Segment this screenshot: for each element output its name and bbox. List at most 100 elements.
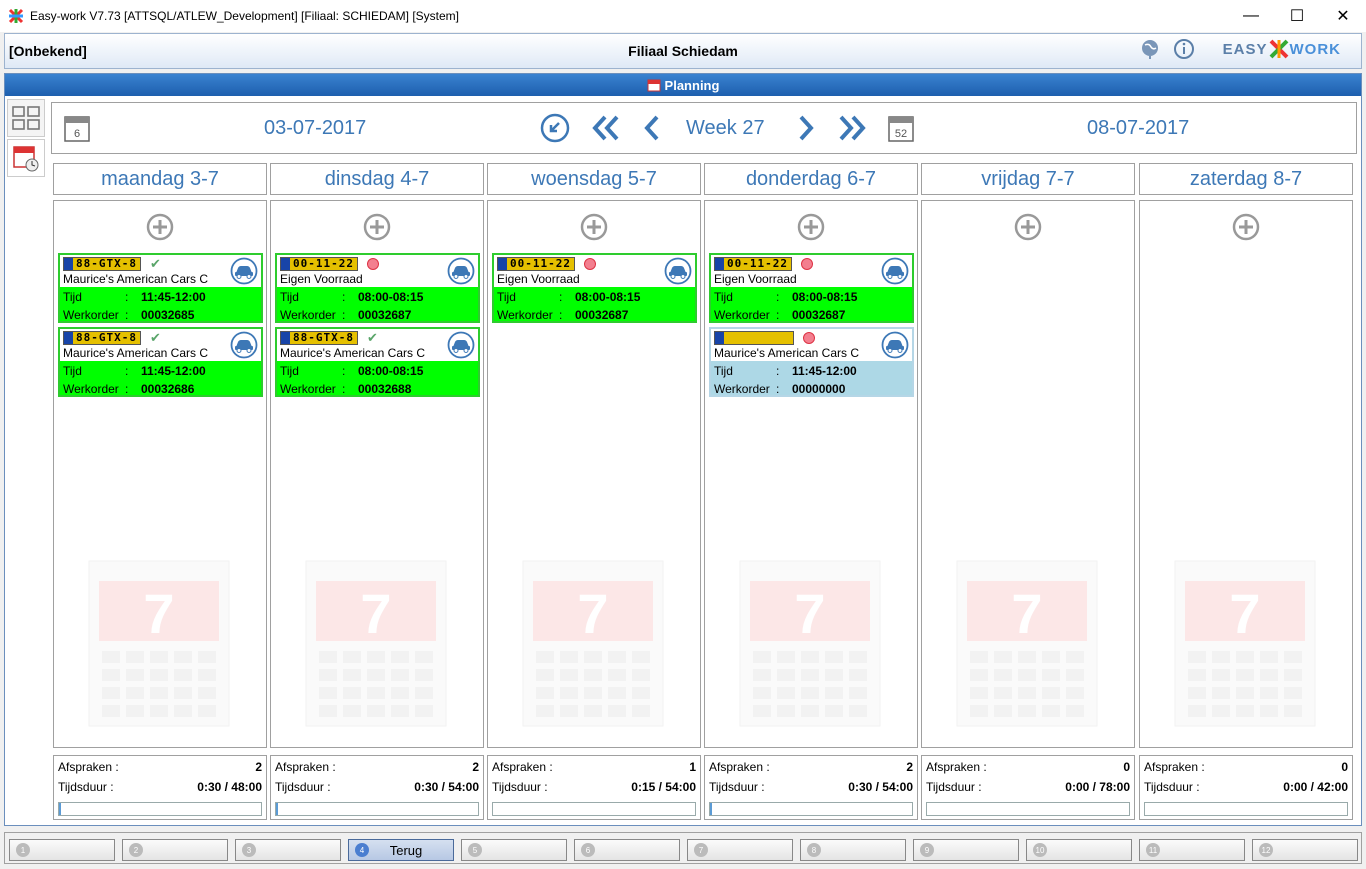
- car-icon[interactable]: [230, 257, 258, 285]
- minimize-button[interactable]: —: [1228, 0, 1274, 32]
- function-key-6[interactable]: 6: [574, 839, 680, 861]
- appointment-card[interactable]: 88-GTX-8 ✔ Maurice's American Cars C Tijd:1…: [58, 253, 263, 323]
- workorder-row: Werkorder:00032687: [497, 308, 628, 322]
- car-icon[interactable]: [881, 257, 909, 285]
- function-key-2[interactable]: 2: [122, 839, 228, 861]
- license-plate: [714, 331, 794, 345]
- day-column: donderdag 6-7 7 00-11-22 Eigen Voorraad Tijd…: [704, 160, 918, 820]
- function-key-8[interactable]: 8: [800, 839, 906, 861]
- time-row: Tijd:11:45-12:00: [63, 364, 206, 378]
- status-dot-icon: [584, 258, 596, 270]
- time-label: Tijd: [63, 364, 82, 378]
- tijdsduur-colon: :: [327, 780, 331, 794]
- title-bar: Easy-work V7.73 [ATTSQL/ATLEW_Developmen…: [0, 0, 1366, 32]
- customer-name: Maurice's American Cars C: [714, 346, 859, 360]
- previous-month-icon[interactable]: [589, 113, 621, 143]
- day-header[interactable]: donderdag 6-7: [704, 163, 918, 195]
- start-date[interactable]: 03-07-2017: [264, 117, 366, 140]
- next-week-icon[interactable]: [796, 113, 816, 143]
- calendar-start-number: 6: [74, 128, 80, 140]
- afspraken-count: 2: [472, 760, 479, 774]
- day-summary: Afspraken : 1 Tijdsduur : 0:15 / 54:00: [487, 755, 701, 820]
- car-icon[interactable]: [447, 331, 475, 359]
- car-icon[interactable]: [664, 257, 692, 285]
- function-key-5[interactable]: 5: [461, 839, 567, 861]
- end-date[interactable]: 08-07-2017: [1087, 117, 1189, 140]
- next-month-icon[interactable]: [837, 113, 869, 143]
- function-key-12[interactable]: 12: [1252, 839, 1358, 861]
- tab-planning[interactable]: [7, 139, 45, 177]
- day-schedule[interactable]: 7: [921, 200, 1135, 748]
- day-header[interactable]: vrijdag 7-7: [921, 163, 1135, 195]
- today-return-icon[interactable]: [540, 113, 570, 143]
- appointment-header: 00-11-22 Eigen Voorraad: [277, 255, 478, 287]
- function-key-11[interactable]: 11: [1139, 839, 1245, 861]
- day-schedule[interactable]: 7 00-11-22 Eigen Voorraad Tijd:08:00-08:15 W…: [704, 200, 918, 748]
- workorder-colon: :: [125, 382, 129, 396]
- user-label[interactable]: [Onbekend]: [9, 43, 87, 59]
- car-icon[interactable]: [230, 331, 258, 359]
- previous-week-icon[interactable]: [642, 113, 662, 143]
- customer-name: Maurice's American Cars C: [63, 346, 208, 360]
- app-window: Easy-work V7.73 [ATTSQL/ATLEW_Developmen…: [0, 0, 1366, 869]
- function-key-4[interactable]: 4 Terug: [348, 839, 454, 861]
- add-appointment-icon[interactable]: [580, 213, 608, 241]
- tab-overview[interactable]: [7, 99, 45, 137]
- eu-flag-icon: [64, 258, 73, 270]
- day-schedule[interactable]: 7 88-GTX-8 ✔ Maurice's American Cars C Tijd:…: [53, 200, 267, 748]
- tijdsduur-label: Tijdsduur :: [926, 780, 982, 794]
- appointment-header: 88-GTX-8 ✔ Maurice's American Cars C: [60, 255, 261, 287]
- appointment-card[interactable]: 00-11-22 Eigen Voorraad Tijd:08:00-08:15 We…: [709, 253, 914, 323]
- calendar-end-icon[interactable]: 52: [888, 113, 914, 143]
- workorder-row: Werkorder:00032688: [280, 382, 411, 396]
- workorder-label: Werkorder: [63, 308, 119, 322]
- add-appointment-icon[interactable]: [146, 213, 174, 241]
- tijdsduur-label-text: Tijdsduur: [58, 780, 107, 794]
- week-navigation: 6 03-07-2017 Week 27 52 08-07-2017: [51, 102, 1357, 154]
- tijdsduur-label-text: Tijdsduur: [926, 780, 975, 794]
- info-icon[interactable]: [1173, 38, 1195, 60]
- function-key-3[interactable]: 3: [235, 839, 341, 861]
- day-schedule[interactable]: 7 00-11-22 Eigen Voorraad Tijd:08:00-08:15 W…: [270, 200, 484, 748]
- appointment-card[interactable]: 00-11-22 Eigen Voorraad Tijd:08:00-08:15 We…: [492, 253, 697, 323]
- day-column: vrijdag 7-7 7 Afspraken : 0 Tijdsduur : 0:00 …: [921, 160, 1135, 820]
- plate-number: 88-GTX-8: [293, 331, 354, 344]
- function-key-1[interactable]: 1: [9, 839, 115, 861]
- appointment-card[interactable]: 00-11-22 Eigen Voorraad Tijd:08:00-08:15 We…: [275, 253, 480, 323]
- function-key-10[interactable]: 10: [1026, 839, 1132, 861]
- capacity-progress-bar: [926, 802, 1130, 816]
- afspraken-label-text: Afspraken: [58, 760, 113, 774]
- maximize-button[interactable]: ☐: [1274, 0, 1320, 32]
- afspraken-colon: :: [766, 760, 770, 774]
- add-appointment-icon[interactable]: [363, 213, 391, 241]
- function-key-number: 10: [1033, 843, 1047, 857]
- add-appointment-icon[interactable]: [1232, 213, 1260, 241]
- time-label: Tijd: [497, 290, 516, 304]
- day-schedule[interactable]: 7: [1139, 200, 1353, 748]
- add-appointment-icon[interactable]: [797, 213, 825, 241]
- workorder-label: Werkorder: [714, 382, 770, 396]
- day-schedule[interactable]: 7 00-11-22 Eigen Voorraad Tijd:08:00-08:15 W…: [487, 200, 701, 748]
- appointment-card[interactable]: 88-GTX-8 ✔ Maurice's American Cars C Tijd:1…: [58, 327, 263, 397]
- time-colon: :: [776, 290, 780, 304]
- day-header[interactable]: zaterdag 8-7: [1139, 163, 1353, 195]
- workorder-row: Werkorder:00032687: [280, 308, 411, 322]
- afspraken-label-text: Afspraken: [275, 760, 330, 774]
- calendar-start-icon[interactable]: 6: [64, 113, 90, 143]
- workorder-row: Werkorder:00032687: [714, 308, 845, 322]
- car-icon[interactable]: [881, 331, 909, 359]
- function-key-9[interactable]: 9: [913, 839, 1019, 861]
- day-header[interactable]: maandag 3-7: [53, 163, 267, 195]
- day-header[interactable]: woensdag 5-7: [487, 163, 701, 195]
- day-header[interactable]: dinsdag 4-7: [270, 163, 484, 195]
- eu-flag-icon: [281, 332, 290, 344]
- globe-icon[interactable]: [1139, 38, 1161, 60]
- car-icon[interactable]: [447, 257, 475, 285]
- appointment-card[interactable]: Maurice's American Cars C Tijd:11:45-12:0…: [709, 327, 914, 397]
- workorder-value: 00032687: [358, 308, 412, 322]
- add-appointment-icon[interactable]: [1014, 213, 1042, 241]
- close-button[interactable]: ✕: [1320, 0, 1366, 32]
- license-plate: 00-11-22: [497, 257, 575, 271]
- appointment-card[interactable]: 88-GTX-8 ✔ Maurice's American Cars C Tijd:0…: [275, 327, 480, 397]
- function-key-7[interactable]: 7: [687, 839, 793, 861]
